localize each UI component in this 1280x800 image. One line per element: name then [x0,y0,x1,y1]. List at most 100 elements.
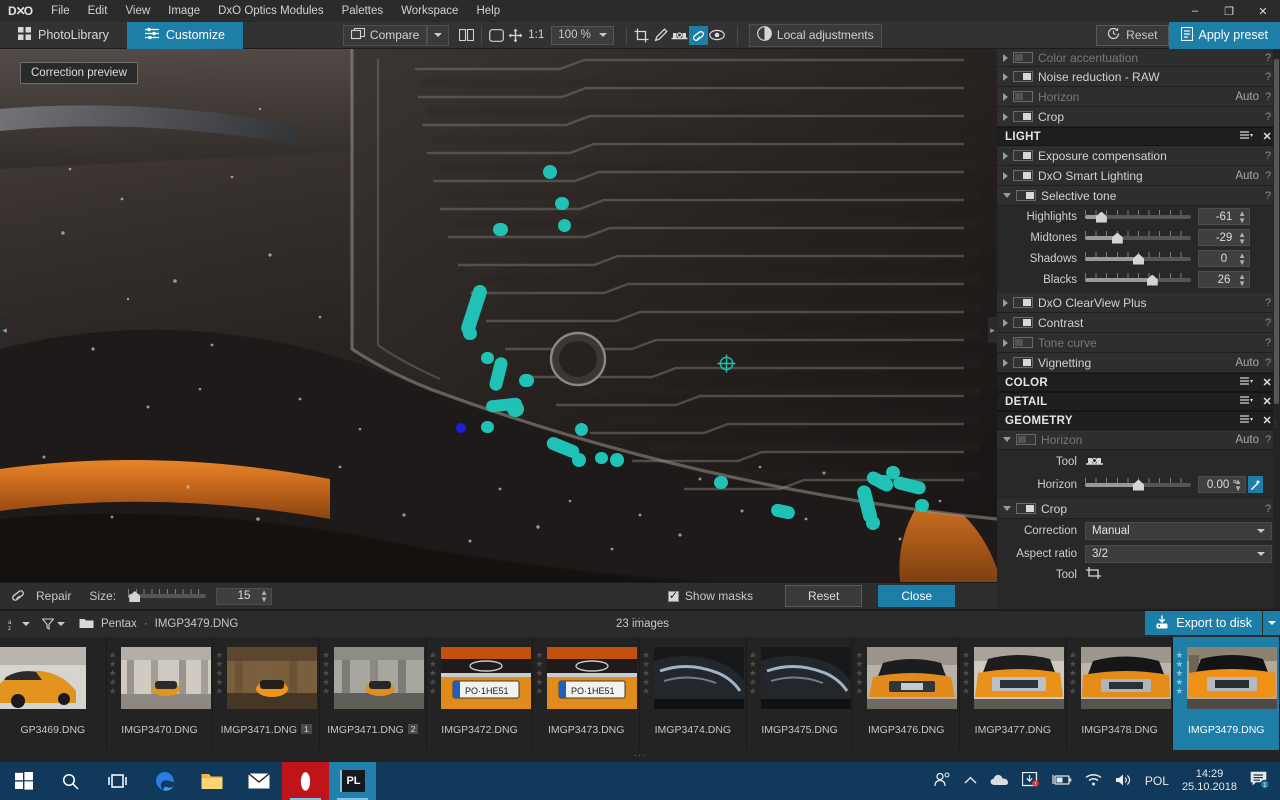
section-header-geometry[interactable]: GEOMETRY ✕ [997,411,1280,430]
help-icon[interactable]: ? [1264,71,1272,83]
close-icon[interactable]: ✕ [1262,395,1272,408]
crop-icon[interactable] [632,26,651,45]
auto-label[interactable]: Auto [1235,434,1259,446]
chevron-down-icon[interactable] [1003,193,1011,198]
eyedropper-icon[interactable] [651,26,670,45]
star-rating[interactable]: ★★★★★ [109,651,117,696]
repair-mark-blue[interactable] [456,423,466,433]
repair-mark[interactable] [575,423,588,436]
chevron-right-icon[interactable] [1003,318,1008,327]
star-rating[interactable]: ★★★★★ [642,651,650,696]
enable-toggle[interactable] [1013,91,1033,102]
notification-icon[interactable]: 1 [1250,771,1270,792]
breadcrumb-file[interactable]: IMGP3479.DNG [155,618,239,630]
shadows-slider[interactable] [1085,251,1191,267]
chevron-right-icon[interactable] [1003,53,1008,62]
battery-icon[interactable] [1052,773,1072,789]
filmstrip-item[interactable]: ★ ★ ★ ★ ★ IMGP3478.DNG [1067,637,1174,750]
restore-button[interactable]: ❐ [1212,0,1246,22]
panel-scrollbar[interactable]: · · · [1273,49,1280,609]
auto-label[interactable]: Auto [1235,170,1259,182]
filter-icon[interactable] [42,618,65,630]
section-header-color[interactable]: COLOR ✕ [997,373,1280,392]
reset-button[interactable]: Reset [1096,24,1169,46]
crop-tool-row[interactable]: Tool [997,565,1280,585]
menu-dxo-optics-modules[interactable]: DxO Optics Modules [209,0,332,22]
edge-browser-icon[interactable] [141,762,188,800]
help-icon[interactable]: ? [1264,150,1272,162]
crop-aspect-row[interactable]: Aspect ratio 3/2 [997,542,1280,565]
repair-mark[interactable] [558,219,571,232]
right-panel-collapse-arrow[interactable]: ▸ [988,317,997,343]
filmstrip-resize-grip[interactable]: ··· [634,613,647,624]
auto-label[interactable]: Auto [1235,91,1259,103]
chevron-down-icon[interactable] [1003,506,1011,511]
palette-row-dxo-clearview-plus[interactable]: DxO ClearView Plus ? [997,293,1280,313]
filmstrip-item[interactable]: ★ ★ ★ ★ ★ IMGP3474.DNG [640,637,747,750]
palette-row-vignetting[interactable]: Vignetting Auto ? [997,353,1280,373]
panel-scrollbar-thumb[interactable] [1274,59,1279,404]
local-adjustments-button[interactable]: Local adjustments [748,23,882,47]
menu-image[interactable]: Image [159,0,209,22]
repair-mark[interactable] [519,374,534,387]
slider-row-blacks[interactable]: Blacks 26 ▲ ▼ [997,269,1280,290]
section-header-light[interactable]: LIGHT ✕ [997,127,1280,146]
sort-az-icon[interactable]: az [8,618,30,631]
enable-toggle[interactable] [1013,297,1033,308]
palette-row-dxo-smart-lighting[interactable]: DxO Smart Lighting Auto ? [997,166,1280,186]
star-rating[interactable]: ★★★★★ [322,651,330,696]
palette-row-crop-top[interactable]: Crop ? [997,107,1280,127]
volume-icon[interactable] [1115,773,1132,790]
compare-dropdown[interactable] [427,24,450,46]
crop-tool-icon[interactable] [1085,567,1102,583]
wifi-icon[interactable] [1085,773,1102,789]
palette-row-tone-curve[interactable]: Tone curve ? [997,333,1280,353]
left-panel-expand-arrow[interactable]: ◂ [0,317,9,343]
repair-mark[interactable] [610,453,624,467]
filmstrip-item[interactable]: ★ ★ ★ ★ ★ IMGP3477.DNG [960,637,1067,750]
eye-icon[interactable] [708,26,727,45]
palette-row-color-accentuation[interactable]: Color accentuation ? [997,49,1280,67]
enable-toggle[interactable] [1013,337,1033,348]
repair-mark[interactable] [866,516,880,530]
list-menu-icon[interactable] [1240,414,1254,427]
help-icon[interactable]: ? [1264,337,1272,349]
enable-toggle[interactable] [1013,170,1033,181]
chevron-right-icon[interactable] [1003,92,1008,101]
help-icon[interactable]: ? [1264,297,1272,309]
enable-toggle[interactable] [1013,150,1033,161]
list-menu-icon[interactable] [1240,376,1254,389]
chevron-right-icon[interactable] [1003,338,1008,347]
menu-help[interactable]: Help [467,0,509,22]
brush-size-slider[interactable] [128,588,207,604]
clock[interactable]: 14:29 25.10.2018 [1182,768,1237,794]
task-view-icon[interactable] [94,762,141,800]
palette-row-selective-tone[interactable]: Selective tone ? [997,186,1280,206]
compare-button[interactable]: Compare [342,24,428,46]
help-icon[interactable]: ? [1264,111,1272,123]
auto-label[interactable]: Auto [1235,357,1259,369]
chevron-right-icon[interactable] [1003,72,1008,81]
menu-view[interactable]: View [116,0,159,22]
brush-size-value[interactable]: 15 ▲ ▼ [216,587,273,605]
midtones-slider[interactable] [1085,230,1191,246]
filmstrip-item-selected[interactable]: ★ ★ ★ ★ ★ IMGP3479.DNG [1173,637,1280,750]
filmstrip-bottom-grip[interactable]: ··· [0,751,1280,762]
close-icon[interactable]: ✕ [1262,130,1272,143]
horizon-tool-icon[interactable] [1085,454,1104,470]
palette-row-exposure-compensation[interactable]: Exposure compensation ? [997,146,1280,166]
filmstrip-item[interactable]: ★★★★★ GP3469.DNG [0,637,107,750]
filmstrip-item[interactable]: ★ ★ ★ ★ ★ IMGP3475.DNG [747,637,854,750]
repair-mark[interactable] [915,499,929,512]
filmstrip-item[interactable]: ★ ★ ★ ★ ★ IMGP3470.DNG [107,637,214,750]
file-explorer-icon[interactable] [188,762,235,800]
mail-icon[interactable] [235,762,282,800]
repair-mark[interactable] [507,401,524,417]
horizon-angle-slider[interactable] [1085,477,1191,493]
section-header-detail[interactable]: DETAIL ✕ [997,392,1280,411]
photolab-icon[interactable]: PL [329,762,376,800]
image-viewport[interactable]: Correction preview [0,49,997,582]
spinner-icon[interactable]: ▲ ▼ [1238,230,1246,245]
search-icon[interactable] [47,762,94,800]
filmstrip[interactable]: ★★★★★ GP3469.DNG ★★★★★ IMGP3470.DNG ★★★★… [0,637,1280,762]
